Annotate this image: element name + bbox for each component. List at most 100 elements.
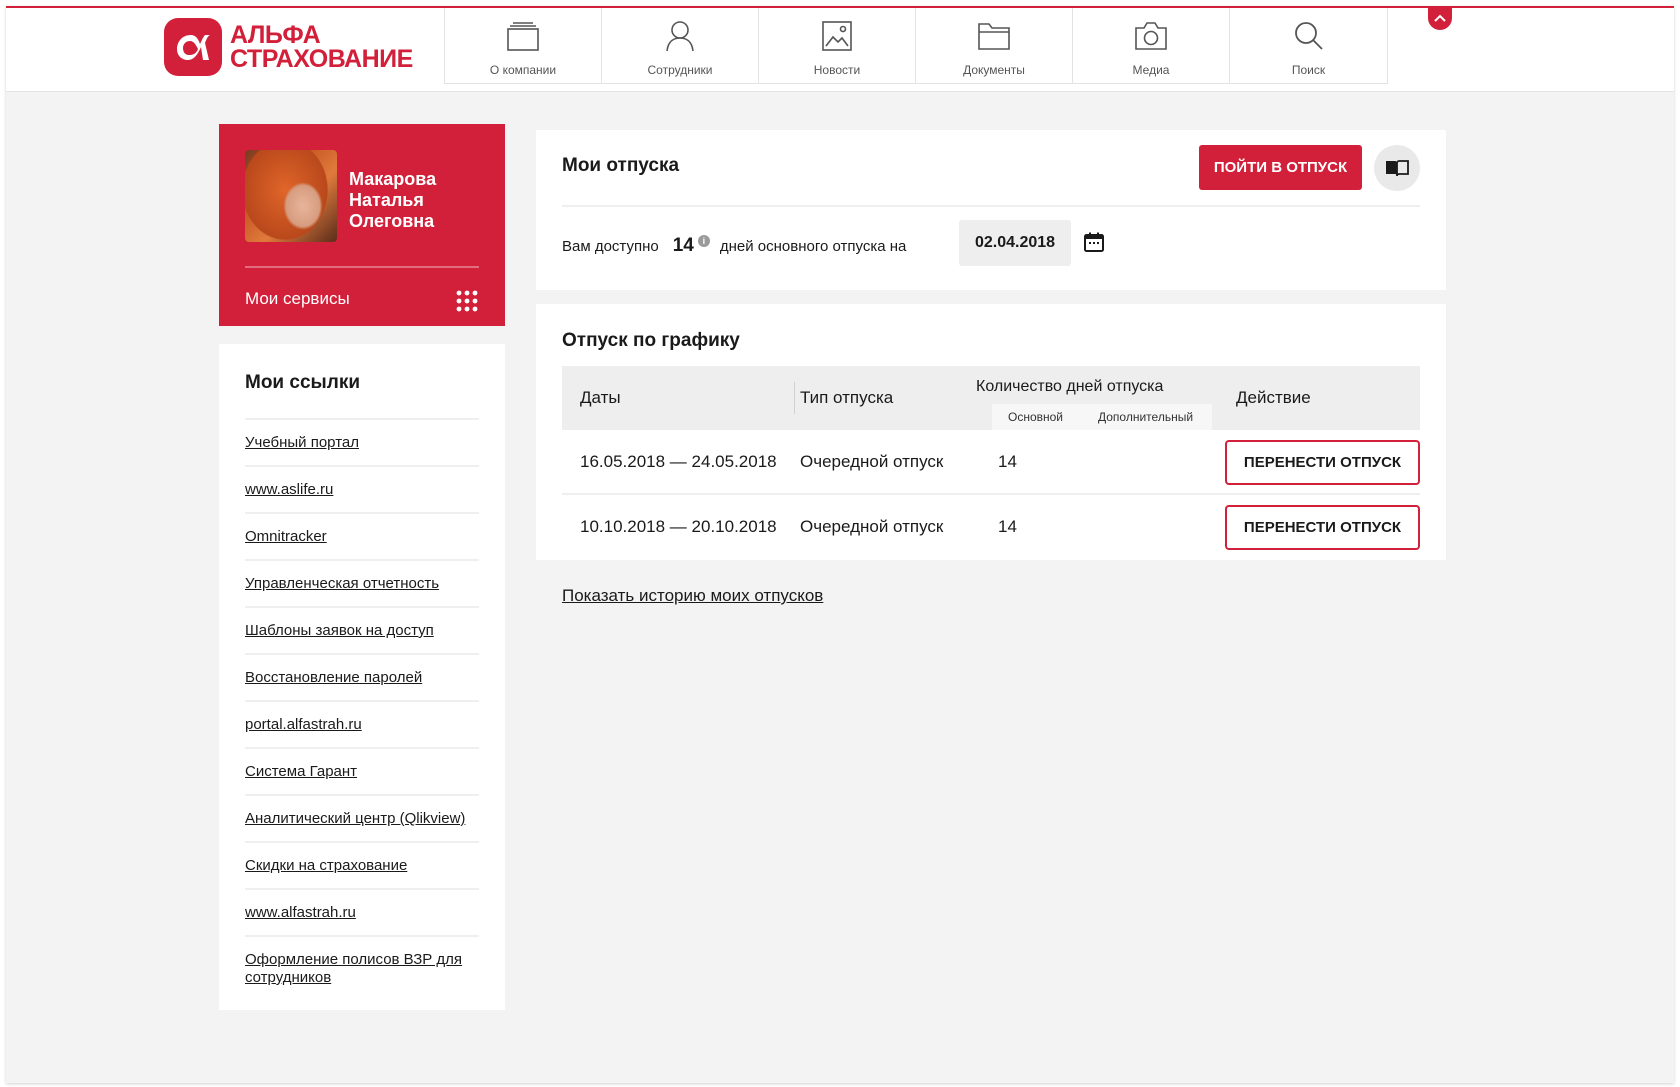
profile-card: Макарова Наталья Олеговна Мои сервисы bbox=[219, 124, 505, 326]
my-vacations-card: Мои отпуска ПОЙТИ В ОТПУСК Вам доступно … bbox=[536, 130, 1446, 290]
person-icon bbox=[662, 18, 698, 54]
profile-name: Макарова Наталья Олеговна bbox=[349, 169, 489, 232]
nav-item-documents[interactable]: Документы bbox=[916, 8, 1073, 84]
list-item: Omnitracker bbox=[245, 512, 479, 559]
folder-icon bbox=[976, 18, 1012, 54]
profile-divider bbox=[245, 266, 479, 268]
link-garant[interactable]: Система Гарант bbox=[245, 763, 479, 781]
link-aslife[interactable]: www.aslife.ru bbox=[245, 481, 479, 499]
header-separator bbox=[794, 382, 795, 414]
link-learning-portal[interactable]: Учебный портал bbox=[245, 434, 479, 452]
avatar[interactable] bbox=[245, 150, 337, 242]
table-row: 10.10.2018 — 20.10.2018 Очередной отпуск… bbox=[562, 495, 1420, 560]
show-history-link[interactable]: Показать историю моих отпусков bbox=[562, 586, 823, 606]
links-card: Мои ссылки Учебный портал www.aslife.ru … bbox=[219, 344, 505, 1010]
link-omnitracker[interactable]: Omnitracker bbox=[245, 528, 479, 546]
calendar-icon[interactable] bbox=[1083, 231, 1105, 253]
nav-label: Поиск bbox=[1291, 63, 1326, 77]
nav-label: О компании bbox=[489, 63, 557, 77]
profile-first-name: Наталья bbox=[349, 190, 424, 210]
header-days: Количество дней отпуска bbox=[976, 378, 1164, 395]
link-qlikview[interactable]: Аналитический центр (Qlikview) bbox=[245, 810, 479, 828]
header-dates: Даты bbox=[580, 388, 621, 407]
reschedule-button[interactable]: ПЕРЕНЕСТИ ОТПУСК bbox=[1225, 505, 1420, 550]
list-item: www.alfastrah.ru bbox=[245, 888, 479, 935]
collapse-tab[interactable] bbox=[1428, 6, 1452, 30]
grid-icon[interactable] bbox=[456, 290, 478, 312]
nav-item-news[interactable]: Новости bbox=[759, 8, 916, 84]
divider bbox=[562, 205, 1420, 207]
link-vzr-policies[interactable]: Оформление полисов ВЗР для сотрудников bbox=[245, 951, 479, 987]
layers-icon bbox=[505, 18, 541, 54]
vacations-title: Мои отпуска bbox=[562, 155, 680, 176]
nav-item-about[interactable]: О компании bbox=[445, 8, 602, 84]
nav-label: Новости bbox=[813, 63, 861, 77]
table-row: 16.05.2018 — 24.05.2018 Очередной отпуск… bbox=[562, 430, 1420, 495]
link-access-templates[interactable]: Шаблоны заявок на доступ bbox=[245, 622, 479, 640]
camera-icon bbox=[1133, 18, 1169, 54]
list-item: Скидки на страхование bbox=[245, 841, 479, 888]
header-type: Тип отпуска bbox=[800, 388, 894, 407]
link-portal-alfastrah[interactable]: portal.alfastrah.ru bbox=[245, 716, 479, 734]
list-item: Управленческая отчетность bbox=[245, 559, 479, 606]
profile-last-name: Макарова bbox=[349, 169, 437, 189]
links-title: Мои ссылки bbox=[245, 372, 361, 393]
available-suffix: дней основного отпуска на bbox=[719, 237, 907, 255]
link-management-reports[interactable]: Управленческая отчетность bbox=[245, 575, 479, 593]
nav-item-media[interactable]: Медиа bbox=[1073, 8, 1230, 84]
nav-label: Сотрудники bbox=[647, 63, 713, 77]
brand-name: АЛЬФА СТРАХОВАНИЕ bbox=[230, 21, 413, 73]
available-days-text: Вам доступно 14 i дней основного отпуска… bbox=[562, 235, 906, 257]
page-frame: АЛЬФА СТРАХОВАНИЕ О компании Сотрудники … bbox=[6, 6, 1674, 1083]
link-alfastrah[interactable]: www.alfastrah.ru bbox=[245, 904, 479, 922]
info-icon[interactable]: i bbox=[697, 235, 710, 247]
list-item: Аналитический центр (Qlikview) bbox=[245, 794, 479, 841]
search-icon bbox=[1291, 18, 1327, 54]
list-item: Учебный портал bbox=[245, 418, 479, 465]
nav-item-search[interactable]: Поиск bbox=[1230, 8, 1387, 84]
row-main-days: 14 bbox=[998, 452, 1017, 471]
list-item: www.aslife.ru bbox=[245, 465, 479, 512]
go-on-vacation-button[interactable]: ПОЙТИ В ОТПУСК bbox=[1199, 145, 1362, 190]
date-field[interactable]: 02.04.2018 bbox=[959, 220, 1071, 266]
book-icon bbox=[1386, 160, 1409, 177]
main-nav: О компании Сотрудники Новости Документы … bbox=[444, 8, 1388, 84]
header-days-main: Основной bbox=[1008, 410, 1064, 424]
header-days-extra: Дополнительный bbox=[1098, 410, 1194, 424]
alpha-logo-icon bbox=[164, 18, 222, 76]
link-insurance-discounts[interactable]: Скидки на страхование bbox=[245, 857, 479, 875]
available-prefix: Вам доступно bbox=[562, 237, 659, 255]
avatar-photo bbox=[245, 150, 337, 242]
link-password-recovery[interactable]: Восстановление паролей bbox=[245, 669, 479, 687]
handbook-button[interactable] bbox=[1374, 145, 1420, 191]
list-item: Оформление полисов ВЗР для сотрудников bbox=[245, 935, 479, 999]
available-days-count: 14 bbox=[672, 235, 694, 256]
row-type: Очередной отпуск bbox=[800, 517, 944, 536]
nav-label: Медиа bbox=[1132, 63, 1170, 77]
row-dates: 16.05.2018 — 24.05.2018 bbox=[580, 452, 777, 471]
brand-name-line1: АЛЬФА bbox=[230, 21, 321, 49]
list-item: portal.alfastrah.ru bbox=[245, 700, 479, 747]
image-icon bbox=[819, 18, 855, 54]
nav-label: Документы bbox=[963, 63, 1025, 77]
list-item: Восстановление паролей bbox=[245, 653, 479, 700]
chevron-up-icon bbox=[1434, 14, 1446, 22]
header: АЛЬФА СТРАХОВАНИЕ О компании Сотрудники … bbox=[6, 6, 1674, 92]
nav-item-employees[interactable]: Сотрудники bbox=[602, 8, 759, 84]
list-item: Шаблоны заявок на доступ bbox=[245, 606, 479, 653]
schedule-title: Отпуск по графику bbox=[562, 330, 740, 351]
days-subheader: Основной Дополнительный bbox=[992, 404, 1212, 430]
table-header: Даты Тип отпуска Количество дней отпуска… bbox=[562, 366, 1420, 430]
list-item: Система Гарант bbox=[245, 747, 479, 794]
header-action: Действие bbox=[1236, 388, 1311, 407]
row-dates: 10.10.2018 — 20.10.2018 bbox=[580, 517, 777, 536]
vacation-schedule-card: Отпуск по графику Даты Тип отпуска Колич… bbox=[536, 304, 1446, 560]
my-services-label[interactable]: Мои сервисы bbox=[245, 289, 350, 309]
row-main-days: 14 bbox=[998, 517, 1017, 536]
profile-middle-name: Олеговна bbox=[349, 211, 435, 231]
reschedule-button[interactable]: ПЕРЕНЕСТИ ОТПУСК bbox=[1225, 440, 1420, 485]
brand-logo[interactable]: АЛЬФА СТРАХОВАНИЕ bbox=[164, 18, 413, 76]
links-list: Учебный портал www.aslife.ru Omnitracker… bbox=[245, 418, 479, 999]
brand-name-line2: СТРАХОВАНИЕ bbox=[230, 45, 413, 73]
row-type: Очередной отпуск bbox=[800, 452, 944, 471]
